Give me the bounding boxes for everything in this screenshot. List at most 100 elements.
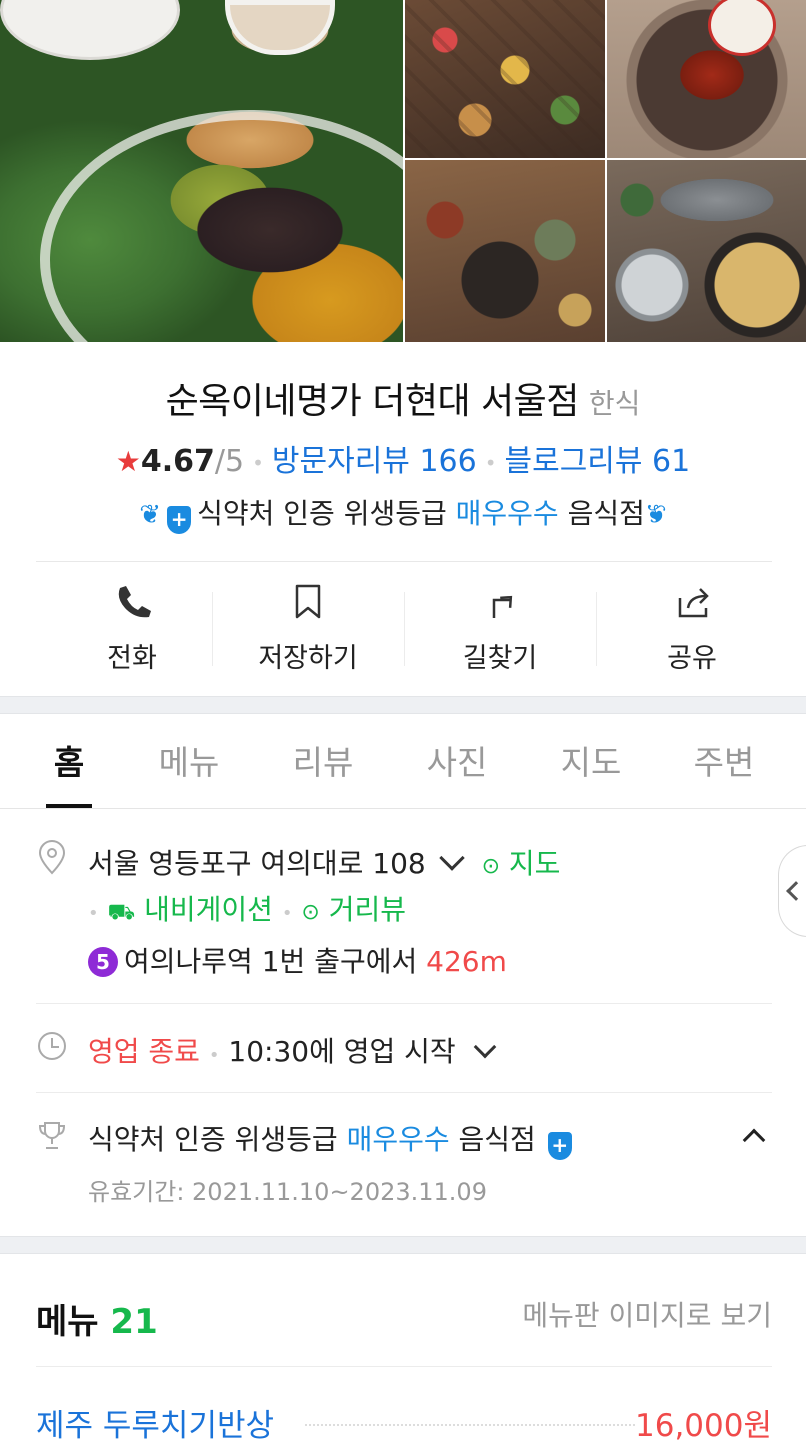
title-row: 순옥이네명가 더현대 서울점 한식 (0, 372, 806, 424)
menu-item-name[interactable]: 제주 두루치기반상 (36, 1400, 274, 1445)
side-panel-handle[interactable] (778, 845, 806, 937)
main-photo[interactable] (0, 0, 403, 342)
tab-map[interactable]: 지도 (536, 736, 646, 784)
clock-icon (38, 1032, 66, 1060)
phone-icon (118, 586, 151, 618)
shield-icon: + (547, 1132, 572, 1160)
address-row: 서울 영등포구 여의대로 108 ⊙ 지도 (88, 842, 560, 882)
street-view-icon: ⊙ (301, 900, 320, 925)
cert-detail-grade: 매우우수 (346, 1123, 450, 1156)
subway-line-badge: 5 (88, 947, 118, 977)
shield-icon: + (167, 506, 192, 534)
divider (36, 1366, 772, 1367)
photo-thumbnail-3[interactable] (405, 160, 605, 342)
action-bar: 전화 저장하기 길찾기 공유 (36, 561, 772, 696)
subway-distance: 426m (426, 945, 507, 978)
tab-bar: 홈 메뉴 리뷰 사진 지도 주변 (0, 714, 806, 809)
photo-gallery[interactable] (0, 0, 806, 342)
car-icon: ⛟ (107, 900, 136, 925)
tab-nearby[interactable]: 주변 (669, 736, 779, 784)
share-label: 공유 (667, 643, 717, 674)
share-icon (678, 588, 709, 618)
visitor-reviews-link[interactable]: 방문자리뷰 166 (272, 444, 477, 479)
menu-board-link[interactable]: 메뉴판 이미지로 보기 (522, 1294, 772, 1334)
cert-prefix: 식약처 인증 위생등급 (197, 497, 447, 530)
hours-next: 10:30에 영업 시작 (228, 1035, 456, 1068)
rating-score: 4.67 (140, 444, 215, 479)
menu-count: 21 (110, 1302, 158, 1342)
navigation-label: 내비게이션 (144, 893, 273, 926)
save-button[interactable]: 저장하기 (212, 562, 404, 682)
rating-row: ★4.67/5 • 방문자리뷰 166 • 블로그리뷰 61 (0, 436, 806, 480)
hours-row[interactable]: 영업 종료 • 10:30에 영업 시작 (88, 1030, 496, 1070)
place-summary: 순옥이네명가 더현대 서울점 한식 ★4.67/5 • 방문자리뷰 166 • 블로그리뷰… (0, 342, 806, 696)
cert-grade: 매우우수 (455, 497, 559, 530)
directions-icon (492, 595, 513, 618)
divider (36, 1092, 772, 1093)
hygiene-cert-detail: 식약처 인증 위생등급 매우우수 음식점 + (88, 1118, 578, 1160)
rating-max: /5 (214, 444, 245, 479)
separator-dot: • (88, 903, 99, 924)
chevron-down-icon (473, 1035, 496, 1059)
subway-exit: 1번 출구에서 (261, 945, 418, 978)
directions-label: 길찾기 (462, 643, 538, 674)
menu-heading: 메뉴 21 (36, 1294, 158, 1343)
photo-thumbnail-2[interactable] (607, 0, 806, 158)
section-gap (0, 1236, 806, 1254)
bookmark-icon (295, 584, 321, 619)
nav-links-row: • ⛟ 내비게이션 • ⊙ 거리뷰 (88, 888, 406, 928)
menu-title: 메뉴 (36, 1302, 99, 1342)
call-label: 전화 (107, 643, 157, 674)
laurel-right-icon: ❦ (644, 500, 667, 530)
separator-dot: • (208, 1045, 220, 1066)
tab-home[interactable]: 홈 (14, 736, 124, 784)
separator-dot: • (281, 903, 293, 924)
subway-row: 5 여의나루역 1번 출구에서 426m (88, 940, 507, 980)
star-icon: ★ (115, 445, 141, 478)
photo-plate-shape (40, 110, 403, 342)
address-text[interactable]: 서울 영등포구 여의대로 108 (88, 847, 426, 880)
street-view-label: 거리뷰 (328, 893, 406, 926)
place-category: 한식 (588, 387, 641, 420)
cert-period: 유효기간: 2021.11.10~2023.11.09 (88, 1178, 487, 1206)
navigation-link[interactable]: ⛟ 내비게이션 (108, 893, 273, 926)
directions-button[interactable]: 길찾기 (404, 562, 596, 682)
tab-menu[interactable]: 메뉴 (134, 736, 244, 784)
menu-item-leader (305, 1424, 635, 1426)
trophy-icon (38, 1122, 66, 1149)
share-button[interactable]: 공유 (596, 562, 788, 682)
map-link[interactable]: ⊙ 지도 (482, 847, 561, 880)
chevron-down-icon[interactable] (438, 845, 465, 871)
section-gap (0, 696, 806, 714)
photo-logo-badge (708, 0, 776, 56)
map-pin-icon: ⊙ (481, 854, 500, 879)
location-pin-icon (38, 840, 66, 875)
blog-reviews-link[interactable]: 블로그리뷰 61 (505, 444, 691, 479)
photo-thumbnail-4[interactable] (607, 160, 806, 342)
tab-photos[interactable]: 사진 (402, 736, 512, 784)
photo-thumbnail-1[interactable] (405, 0, 605, 158)
save-label: 저장하기 (258, 643, 358, 674)
photo-sauce-shape (225, 0, 335, 55)
divider (36, 1003, 772, 1004)
hygiene-cert-row[interactable]: ❦ + 식약처 인증 위생등급 매우우수 음식점❦ (0, 492, 806, 534)
separator-dot: • (484, 450, 497, 475)
info-section: 서울 영등포구 여의대로 108 ⊙ 지도 • ⛟ 내비게이션 • ⊙ 거리뷰 … (0, 810, 806, 1236)
call-button[interactable]: 전화 (36, 562, 228, 682)
tab-reviews[interactable]: 리뷰 (268, 736, 378, 784)
menu-item-price: 16,000원 (635, 1408, 772, 1444)
subway-station: 여의나루역 (124, 945, 253, 978)
place-name: 순옥이네명가 더현대 서울점 (165, 381, 580, 422)
cert-suffix: 음식점 (567, 497, 645, 530)
active-tab-indicator (46, 804, 92, 808)
menu-section: 메뉴 21 메뉴판 이미지로 보기 제주 두루치기반상 16,000원 (0, 1254, 806, 1447)
chevron-up-icon[interactable] (742, 1128, 766, 1152)
hours-status: 영업 종료 (88, 1035, 200, 1068)
photo-dish-shape (0, 0, 180, 60)
map-link-label: 지도 (508, 847, 561, 880)
cert-detail-prefix: 식약처 인증 위생등급 (88, 1123, 338, 1156)
street-view-link[interactable]: ⊙ 거리뷰 (301, 893, 406, 926)
laurel-left-icon: ❦ (139, 500, 162, 530)
separator-dot: • (252, 450, 264, 475)
chevron-left-icon (786, 881, 806, 901)
